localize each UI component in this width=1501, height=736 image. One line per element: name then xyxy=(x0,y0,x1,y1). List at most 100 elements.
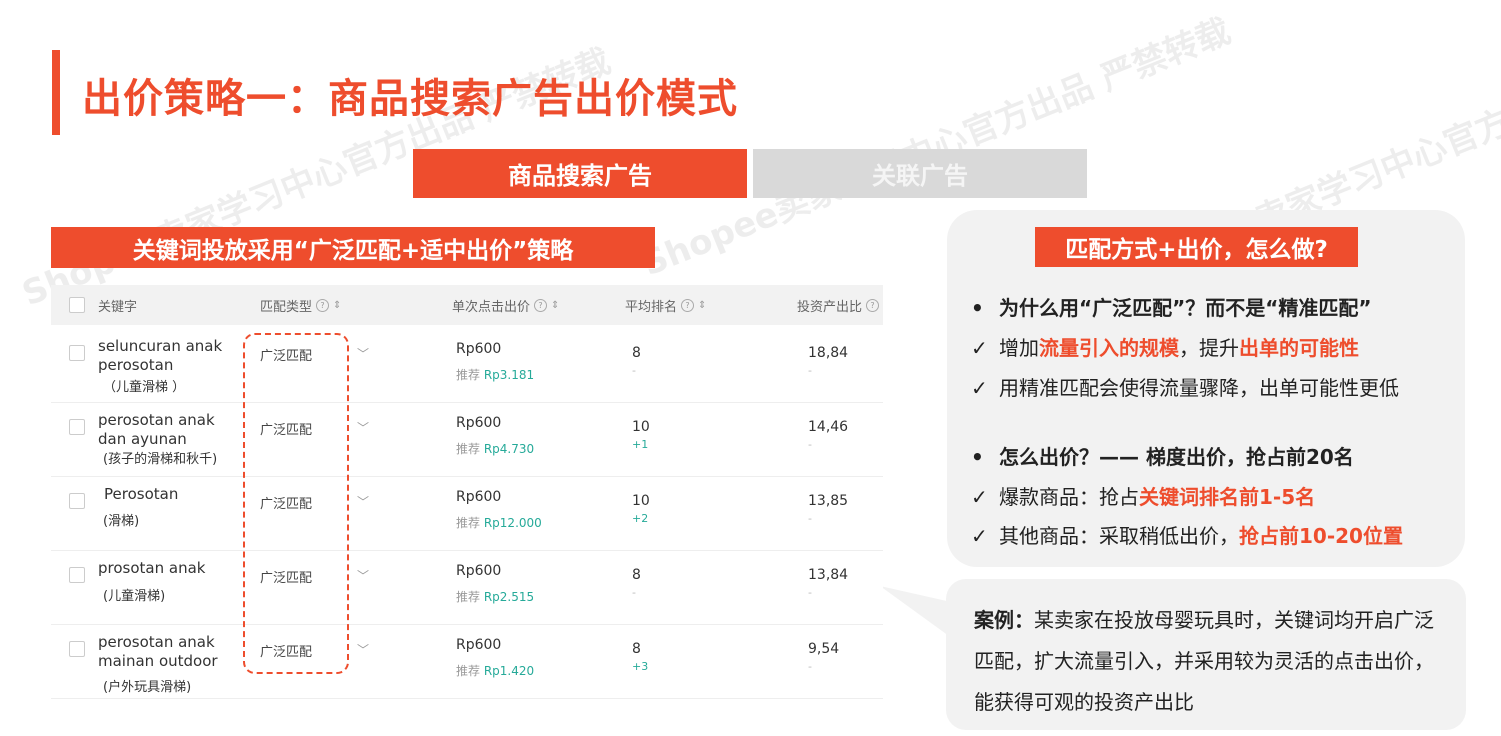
roi-value: 13,85 xyxy=(808,493,849,509)
tip-text: 增加 xyxy=(999,336,1039,360)
bid-value[interactable]: Rp600 xyxy=(456,489,501,505)
sort-icon[interactable]: ⇕ xyxy=(333,300,341,311)
recommended-bid: 推荐 Rp4.730 xyxy=(456,440,534,457)
match-type-highlight xyxy=(243,333,349,674)
bid-value[interactable]: Rp600 xyxy=(456,415,501,431)
keyword-text: seluncuran anak perosotan xyxy=(98,337,223,374)
rank-delta: +1 xyxy=(632,438,649,451)
table-row: prosotan anak (儿童滑梯) 广泛匹配 ﹀ Rp600 推荐 Rp2… xyxy=(51,551,883,625)
tip-line: ✓ 用精准匹配会使得流量骤降，出单可能性更低 xyxy=(971,372,1399,401)
bid-value[interactable]: Rp600 xyxy=(456,637,501,653)
rank-delta: - xyxy=(632,364,636,377)
bid-value[interactable]: Rp600 xyxy=(456,563,501,579)
chevron-down-icon[interactable]: ﹀ xyxy=(357,419,369,436)
recommended-bid: 推荐 Rp1.420 xyxy=(456,662,534,679)
tips-heading: 匹配方式+出价，怎么做? xyxy=(1035,227,1358,267)
roi-value: 9,54 xyxy=(808,641,840,657)
rank-delta: - xyxy=(632,586,636,599)
tip-text: 爆款商品：抢占 xyxy=(999,485,1139,509)
tab-related-ads[interactable]: 关联广告 xyxy=(753,149,1087,198)
avg-rank: 10 xyxy=(632,419,650,435)
roi-value: 18,84 xyxy=(808,345,849,361)
keyword-translation: (滑梯) xyxy=(103,514,140,529)
rec-value: Rp12.000 xyxy=(483,516,542,530)
roi-sub: - xyxy=(808,660,812,673)
row-checkbox[interactable] xyxy=(69,345,85,361)
check-icon: ✓ xyxy=(971,336,988,360)
check-icon: ✓ xyxy=(971,376,988,400)
roi-value: 14,46 xyxy=(808,419,849,435)
chevron-down-icon[interactable]: ﹀ xyxy=(357,641,369,658)
select-all-checkbox[interactable] xyxy=(69,297,85,313)
table-row: perosotan anak dan ayunan (孩子的滑梯和秋千) 广泛匹… xyxy=(51,403,883,477)
header-keyword: 关键字 xyxy=(98,285,137,325)
bid-value[interactable]: Rp600 xyxy=(456,341,501,357)
keyword-text: perosotan anak dan ayunan xyxy=(98,411,215,448)
tab-search-ads[interactable]: 商品搜索广告 xyxy=(413,149,747,198)
avg-rank: 8 xyxy=(632,567,641,583)
roi-sub: - xyxy=(808,586,812,599)
sort-icon[interactable]: ⇕ xyxy=(698,300,706,311)
header-label: 匹配类型 xyxy=(260,299,313,315)
keyword-translation: (户外玩具滑梯) xyxy=(103,680,192,695)
row-checkbox[interactable] xyxy=(69,641,85,657)
rec-label: 推荐 xyxy=(456,590,481,604)
header-match-type[interactable]: 匹配类型? ⇕ xyxy=(260,285,341,325)
check-icon: ✓ xyxy=(971,485,988,509)
bullet-icon: • xyxy=(971,296,984,320)
page-title: 出价策略一：商品搜索广告出价模式 xyxy=(82,76,738,122)
rec-label: 推荐 xyxy=(456,664,481,678)
header-rank[interactable]: 平均排名? ⇕ xyxy=(625,285,706,325)
roi-sub: - xyxy=(808,364,812,377)
help-icon[interactable]: ? xyxy=(866,298,880,312)
row-checkbox[interactable] xyxy=(69,493,85,509)
tip-highlight: 出单的可能性 xyxy=(1239,336,1359,360)
help-icon[interactable]: ? xyxy=(316,298,330,312)
tip-text: ，提升 xyxy=(1179,336,1239,360)
header-label: 关键字 xyxy=(98,299,138,315)
row-checkbox[interactable] xyxy=(69,419,85,435)
case-body: 某卖家在投放母婴玩具时，关键词均开启广泛匹配，扩大流量引入，并采用较为灵活的点击… xyxy=(974,608,1434,714)
recommended-bid: 推荐 Rp2.515 xyxy=(456,588,534,605)
tip-line: ✓ 其他商品：采取稍低出价，抢占前10-20位置 xyxy=(971,520,1403,549)
recommended-bid: 推荐 Rp3.181 xyxy=(456,366,534,383)
strategy-banner: 关键词投放采用“广泛匹配+适中出价”策略 xyxy=(51,227,655,268)
question-text: 怎么出价？—— 梯度出价，抢占前20名 xyxy=(999,445,1354,469)
keyword-translation: (儿童滑梯) xyxy=(103,589,166,604)
tip-highlight: 抢占前10-20位置 xyxy=(1239,524,1403,548)
question-text: 为什么用“广泛匹配”？而不是“精准匹配” xyxy=(999,296,1372,320)
tip-line: ✓ 爆款商品：抢占关键词排名前1-5名 xyxy=(971,481,1315,510)
help-icon[interactable]: ? xyxy=(681,298,695,312)
roi-sub: - xyxy=(808,512,812,525)
table-row: seluncuran anak perosotan （儿童滑梯 ） 广泛匹配 ﹀… xyxy=(51,329,883,403)
question-line: • 为什么用“广泛匹配”？而不是“精准匹配” xyxy=(971,292,1372,321)
keyword-translation: （儿童滑梯 ） xyxy=(103,380,186,395)
help-icon[interactable]: ? xyxy=(534,298,548,312)
case-text: 案例：某卖家在投放母婴玩具时，关键词均开启广泛匹配，扩大流量引入，并采用较为灵活… xyxy=(974,600,1444,723)
rec-value: Rp4.730 xyxy=(483,442,535,456)
sort-icon[interactable]: ⇕ xyxy=(551,300,559,311)
tip-text: 其他商品：采取稍低出价， xyxy=(999,524,1239,548)
header-label: 单次点击出价 xyxy=(452,299,531,315)
chevron-down-icon[interactable]: ﹀ xyxy=(357,345,369,362)
header-label: 投资产出比 xyxy=(797,299,863,315)
header-bid[interactable]: 单次点击出价? ⇕ xyxy=(452,285,559,325)
chevron-down-icon[interactable]: ﹀ xyxy=(357,493,369,510)
row-checkbox[interactable] xyxy=(69,567,85,583)
keyword-table: 关键字 匹配类型? ⇕ 单次点击出价? ⇕ 平均排名? ⇕ 投资产出比? selunc… xyxy=(51,285,883,699)
title-accent-bar xyxy=(52,50,60,135)
rec-label: 推荐 xyxy=(456,442,481,456)
keyword-text: perosotan anak mainan outdoor xyxy=(98,633,218,670)
keyword-text: prosotan anak xyxy=(98,559,206,577)
chevron-down-icon[interactable]: ﹀ xyxy=(357,567,369,584)
header-roi[interactable]: 投资产出比? xyxy=(797,285,880,325)
rec-value: Rp1.420 xyxy=(483,664,535,678)
tip-line: ✓ 增加流量引入的规模，提升出单的可能性 xyxy=(971,332,1359,361)
question-line: • 怎么出价？—— 梯度出价，抢占前20名 xyxy=(971,441,1354,470)
avg-rank: 8 xyxy=(632,345,641,361)
table-row: Perosotan (滑梯) 广泛匹配 ﹀ Rp600 推荐 Rp12.000 … xyxy=(51,477,883,551)
rank-delta: +3 xyxy=(632,660,649,673)
recommended-bid: 推荐 Rp12.000 xyxy=(456,514,542,531)
rank-delta: +2 xyxy=(632,512,649,525)
avg-rank: 10 xyxy=(632,493,650,509)
